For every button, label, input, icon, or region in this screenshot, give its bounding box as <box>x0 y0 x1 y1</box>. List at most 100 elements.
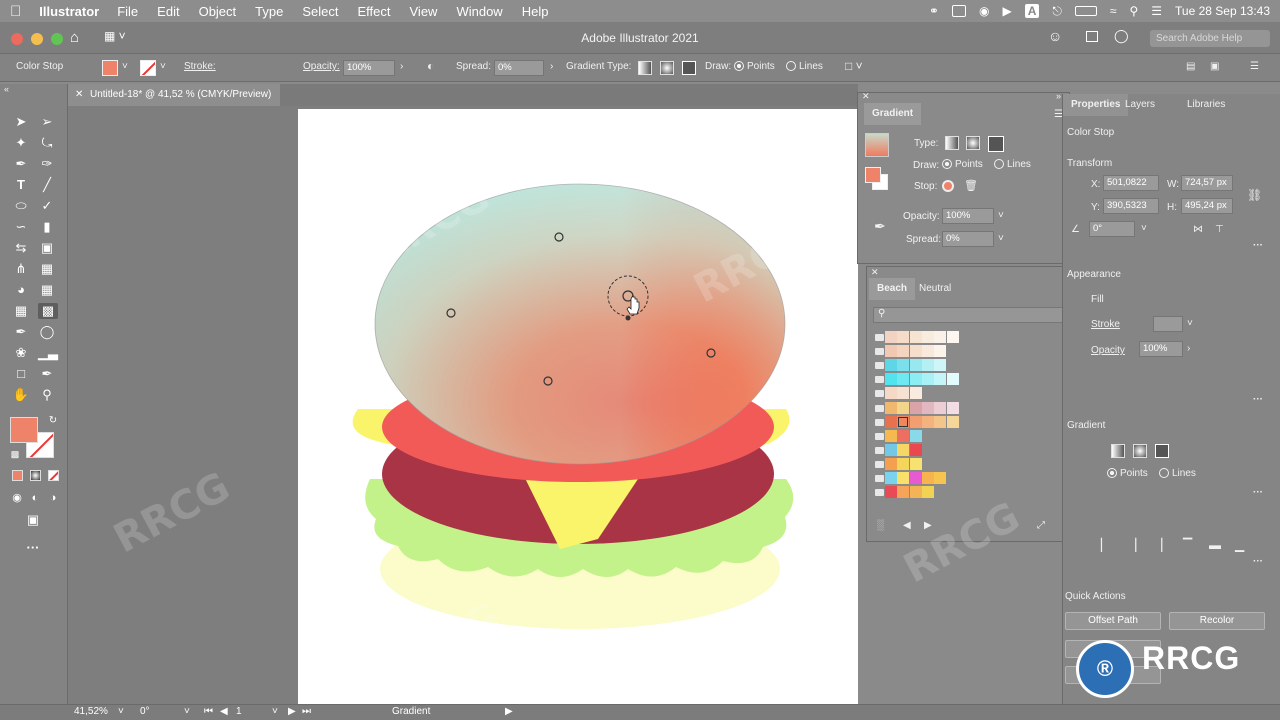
delete-stop-icon[interactable]: 🗑 <box>964 179 978 192</box>
burger-artwork[interactable] <box>298 109 858 704</box>
status-tool-name[interactable]: Gradient <box>392 706 430 717</box>
color-swatch[interactable] <box>946 373 959 386</box>
more-gradient-options-icon[interactable]: ··· <box>1253 487 1263 498</box>
draw-lines-radio[interactable]: Lines <box>786 61 823 72</box>
color-swatch[interactable] <box>934 331 947 343</box>
props-freeform-gradient-button[interactable] <box>1155 444 1169 458</box>
free-transform-tool-icon[interactable]: ▦ <box>38 261 56 277</box>
menu-file[interactable]: File <box>117 4 138 19</box>
props-linear-gradient-button[interactable] <box>1111 444 1125 458</box>
color-swatch[interactable] <box>885 443 897 456</box>
swatches-tab-neutral[interactable]: Neutral <box>911 278 959 300</box>
slice-tool-icon[interactable]: ✒ <box>38 366 56 382</box>
lasso-tool-icon[interactable]: ⤿ <box>38 135 56 151</box>
color-swatch[interactable] <box>885 345 897 358</box>
fill-color-box[interactable] <box>10 417 38 443</box>
draw-points-radio[interactable]: Points <box>734 61 775 72</box>
color-swatch[interactable] <box>909 359 922 372</box>
menu-object[interactable]: Object <box>199 4 237 19</box>
last-artboard-icon[interactable]: ⏭ <box>302 706 311 717</box>
eyedropper-tool-icon[interactable]: ✒ <box>12 324 30 340</box>
fill-color-swatch[interactable] <box>102 60 118 76</box>
sync-icon[interactable]: ⎋ <box>1052 4 1062 19</box>
home-icon[interactable]: ⌂ <box>70 29 79 46</box>
color-swatch[interactable] <box>885 387 897 400</box>
swatch-group-folder-icon[interactable] <box>875 334 884 341</box>
rotate-icon[interactable]: ∠ <box>1071 224 1080 235</box>
swatch-libraries-icon[interactable]: ░ <box>877 520 884 531</box>
workspace-switcher-icon[interactable]: ▦ ˅ <box>104 29 126 43</box>
swatch-group-folder-icon[interactable] <box>875 362 884 370</box>
swatch-group-folder-icon[interactable] <box>875 348 884 356</box>
draw-inside-icon[interactable]: ◑ <box>44 490 62 506</box>
control-bar-menu-icon[interactable]: ☰ <box>1250 61 1259 72</box>
gradient-points-radio[interactable]: Points <box>942 159 983 170</box>
eraser-tool-icon[interactable]: ▮ <box>38 219 56 235</box>
color-swatch[interactable] <box>934 345 947 358</box>
appearance-opacity-field[interactable]: 100% <box>1139 341 1183 357</box>
x-field[interactable]: 501,0822 <box>1103 175 1159 191</box>
rotate-view-field[interactable]: 0° <box>140 706 180 717</box>
color-swatch[interactable] <box>946 331 959 343</box>
curvature-tool-icon[interactable]: ✑ <box>38 156 56 172</box>
swatches-tab-beach[interactable]: Beach <box>869 278 916 300</box>
swatch-group-folder-icon[interactable] <box>875 376 884 384</box>
stroke-label[interactable]: Stroke: <box>184 61 216 72</box>
artboard[interactable] <box>298 109 858 704</box>
menu-view[interactable]: View <box>410 4 438 19</box>
previous-artboard-icon[interactable]: ◀ <box>220 706 228 717</box>
type-tool-icon[interactable]: T <box>12 177 30 193</box>
gradient-preview-swatch[interactable] <box>865 133 889 157</box>
status-expand-icon[interactable]: ▶ <box>505 706 513 717</box>
next-library-icon[interactable]: ▶ <box>924 520 932 531</box>
color-swatch[interactable] <box>909 387 922 400</box>
color-swatch[interactable] <box>885 429 897 442</box>
layers-tab[interactable]: Layers <box>1125 94 1155 116</box>
color-swatch[interactable] <box>897 443 910 456</box>
transform-panel-icon[interactable]: ▣ <box>1210 61 1219 72</box>
color-swatch[interactable] <box>909 415 922 428</box>
menu-select[interactable]: Select <box>302 4 338 19</box>
transform-icon[interactable]: □ ˅ <box>845 59 863 73</box>
color-swatch[interactable] <box>885 401 897 414</box>
next-artboard-icon[interactable]: ▶ <box>288 706 296 717</box>
spread-expand-icon[interactable]: › <box>550 61 553 72</box>
app-menu[interactable]: Illustrator <box>39 4 99 19</box>
screen-capture-icon[interactable] <box>951 5 966 17</box>
props-radial-gradient-button[interactable] <box>1133 444 1147 458</box>
control-center-icon[interactable]: ☰ <box>1151 4 1162 18</box>
column-graph-tool-icon[interactable]: ▁▃ <box>38 345 58 361</box>
blend-tool-icon[interactable]: ◯ <box>38 324 56 340</box>
fill-label[interactable]: Fill <box>1091 294 1104 305</box>
text-input-icon[interactable]: A <box>1024 4 1040 18</box>
spread-field[interactable]: 0% <box>494 60 544 76</box>
edit-toolbar-icon[interactable]: ··· <box>24 540 42 556</box>
color-swatch[interactable] <box>897 486 910 499</box>
opacity-label-link[interactable]: Opacity <box>1091 345 1125 356</box>
color-swatch[interactable] <box>934 401 947 414</box>
align-icon[interactable]: ▤ <box>1186 61 1195 72</box>
arrange-docs-icon[interactable] <box>1086 31 1098 42</box>
color-swatch[interactable] <box>897 472 910 484</box>
swatches-resize-icon[interactable]: ⤢ <box>1037 520 1045 531</box>
color-swatch[interactable] <box>934 415 947 428</box>
color-swatch[interactable] <box>921 373 934 386</box>
align-middle-icon[interactable]: ▬ <box>1209 538 1221 552</box>
rotate-angle-field[interactable]: 0° <box>1089 221 1135 237</box>
previous-library-icon[interactable]: ◀ <box>903 520 911 531</box>
color-swatch[interactable] <box>909 345 922 358</box>
color-swatch[interactable] <box>885 415 897 428</box>
magic-wand-tool-icon[interactable]: ✦ <box>12 135 30 151</box>
swatch-group-folder-icon[interactable] <box>875 390 884 398</box>
opacity-expand-icon[interactable]: › <box>400 61 403 72</box>
zoom-window-button[interactable] <box>51 33 63 45</box>
color-swatch[interactable] <box>909 486 922 499</box>
draw-behind-icon[interactable]: ◐ <box>26 490 44 506</box>
panel-linear-gradient-button[interactable] <box>945 136 959 150</box>
creative-cloud-icon[interactable]: ⚭ <box>929 4 939 18</box>
none-mode-button[interactable] <box>48 470 59 481</box>
screen-mode-icon[interactable]: ▣ <box>24 512 42 528</box>
align-right-icon[interactable]: ▕ <box>1153 538 1162 552</box>
gradient-mode-button[interactable] <box>30 470 41 481</box>
swatch-group-folder-icon[interactable] <box>875 475 884 482</box>
